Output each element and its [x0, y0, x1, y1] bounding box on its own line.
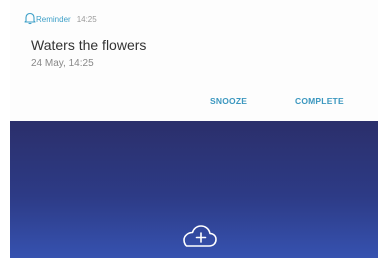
notification-datetime: 24 May, 14:25 — [31, 58, 94, 69]
screen-margin-left — [0, 0, 10, 268]
notification-time: 14:25 — [76, 15, 97, 24]
reminder-notification-card[interactable]: Reminder 14:25 Waters the flowers 24 May… — [10, 0, 378, 121]
cloud-add-icon[interactable] — [178, 222, 220, 252]
notification-header: Reminder 14:25 — [36, 10, 97, 30]
screen-margin-bottom — [0, 258, 378, 268]
screen: Reminder 14:25 Waters the flowers 24 May… — [0, 0, 378, 268]
snooze-button[interactable]: SNOOZE — [210, 96, 247, 106]
notification-title: Waters the flowers — [31, 37, 147, 53]
bell-icon — [24, 12, 36, 25]
notification-app-name: Reminder — [36, 15, 71, 24]
complete-button[interactable]: COMPLETE — [295, 96, 344, 106]
